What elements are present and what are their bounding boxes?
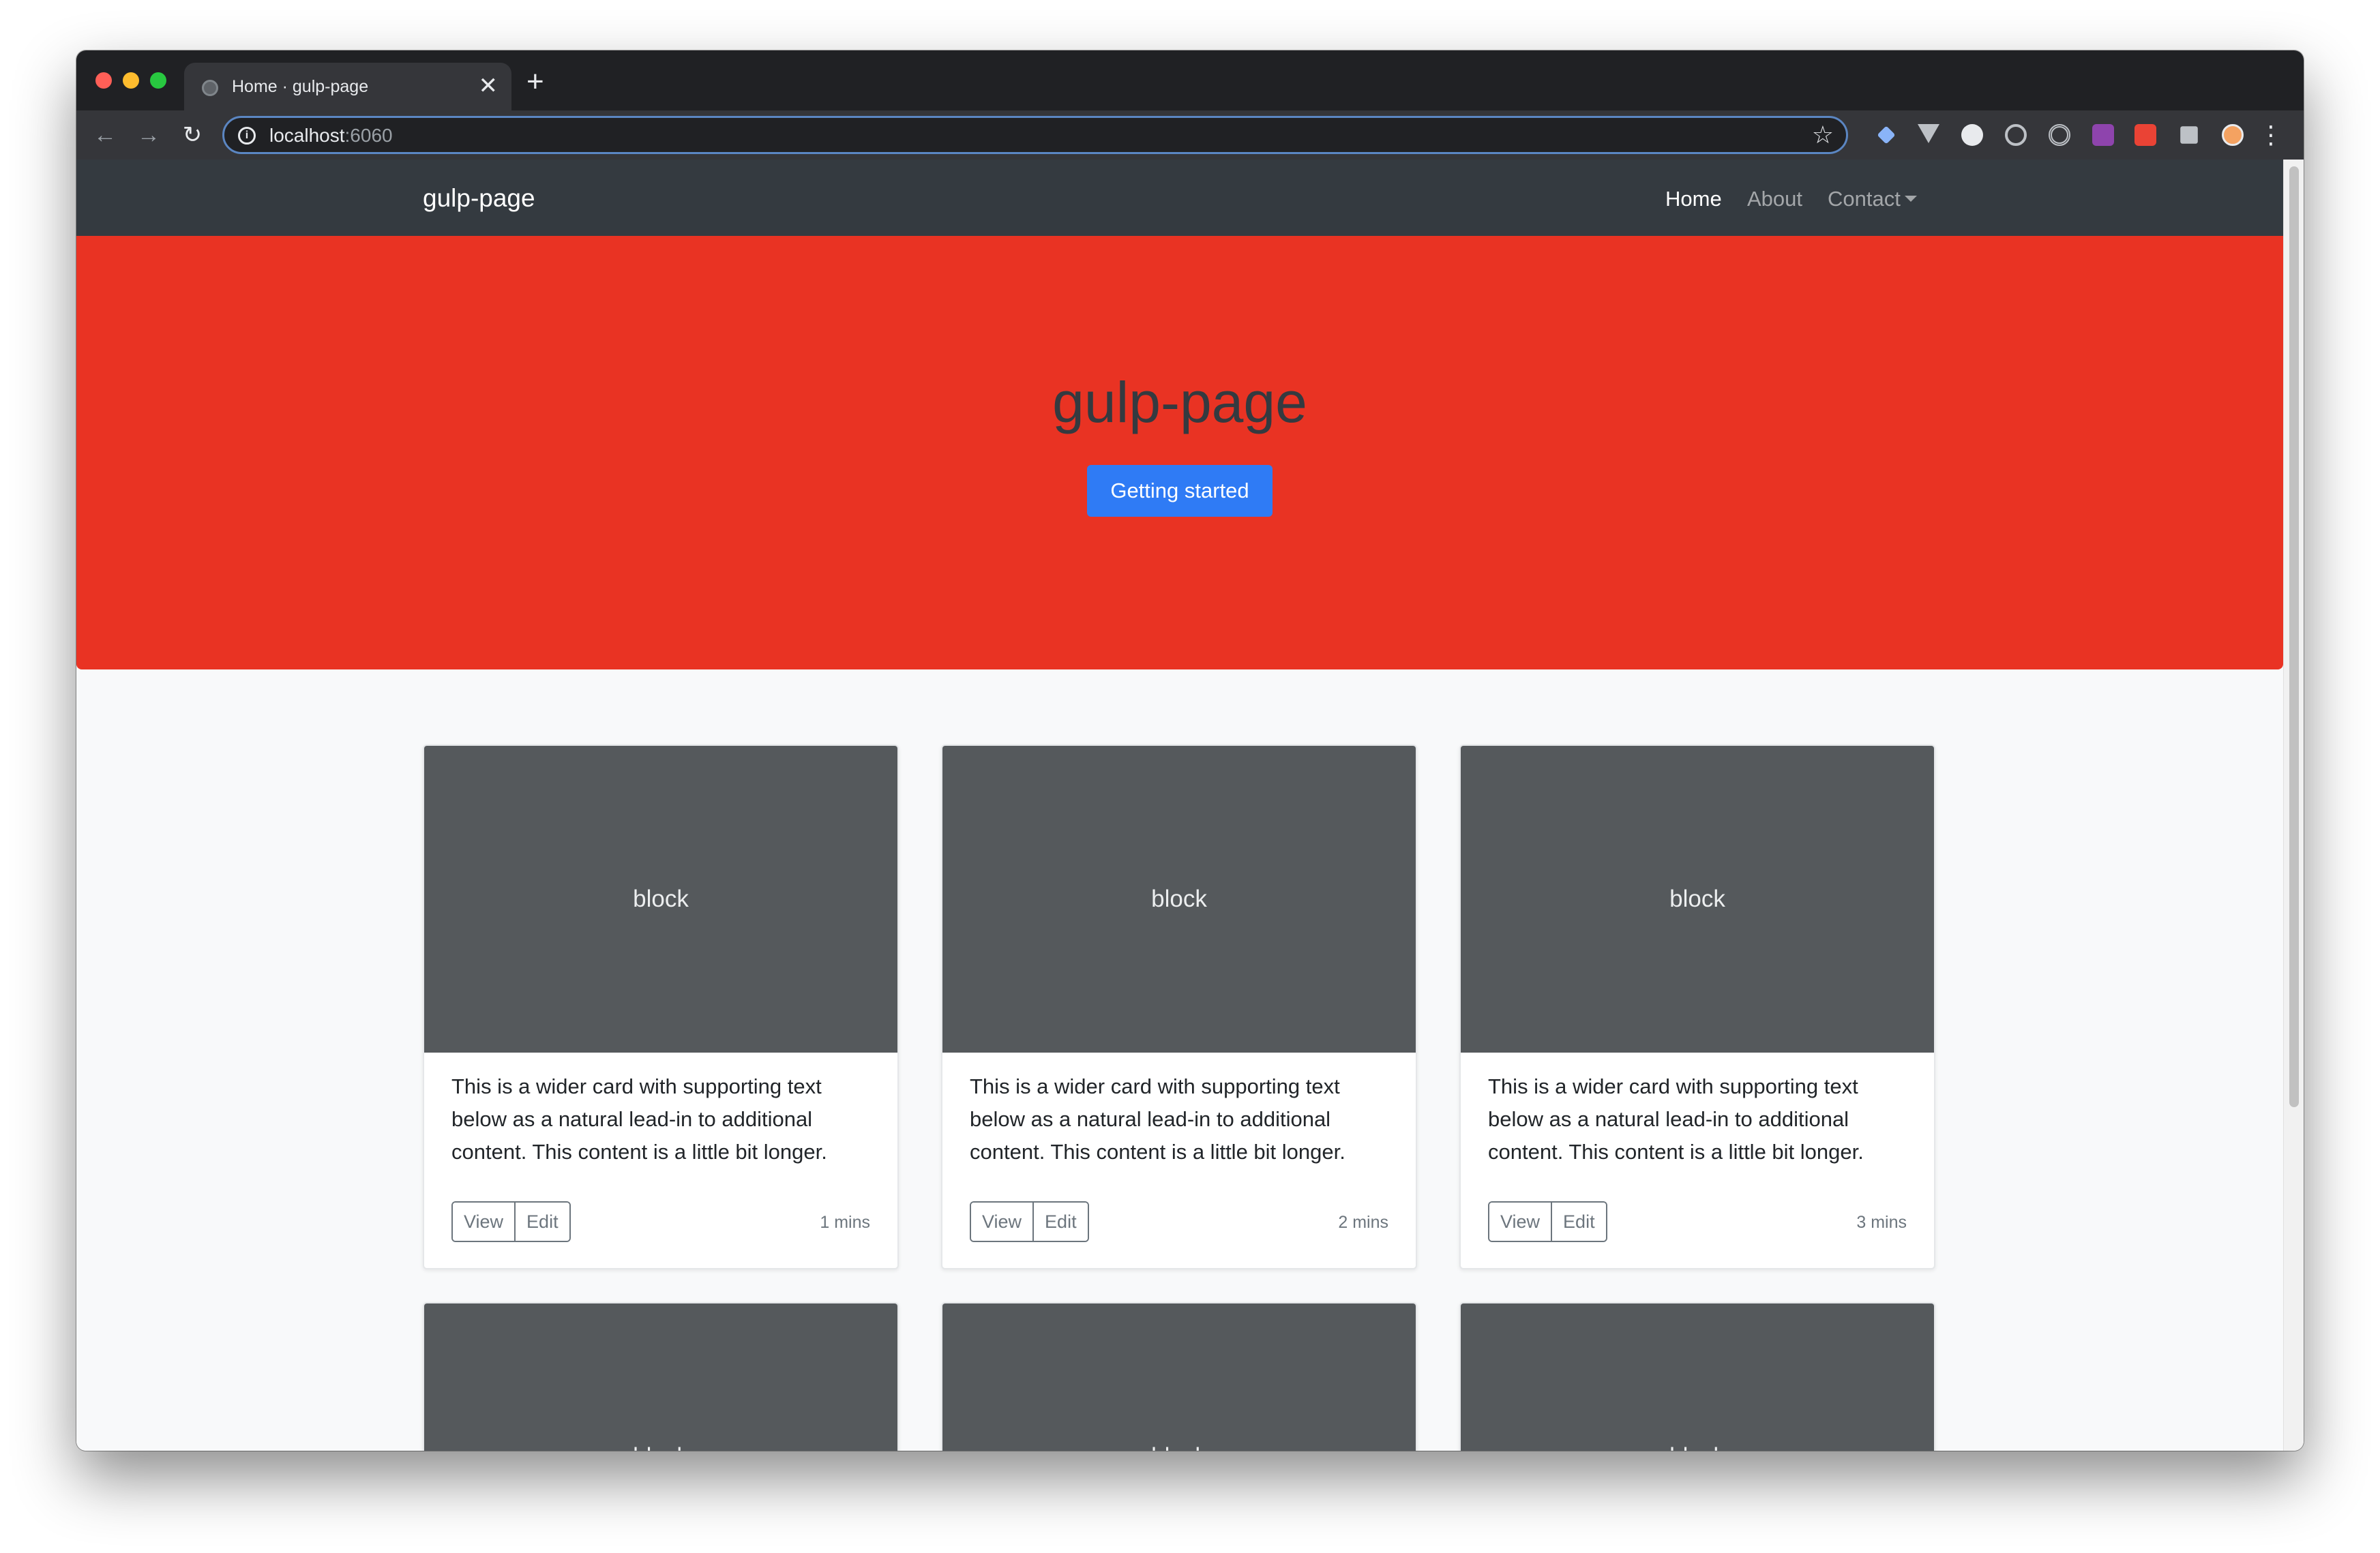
nav-link-contact[interactable]: Contact: [1828, 187, 1917, 211]
forward-arrow-icon[interactable]: →: [135, 120, 162, 150]
browser-toolbar: ← → ↻ i localhost:6060 ☆ ⋮: [76, 110, 2304, 160]
globe-icon: [202, 80, 218, 96]
card-image: block: [1461, 746, 1934, 1053]
card: block This is a wider card with supporti…: [941, 744, 1417, 1269]
maximize-window-button[interactable]: [150, 72, 166, 89]
new-tab-button[interactable]: +: [526, 67, 544, 97]
gift-extension-icon[interactable]: [2134, 124, 2156, 146]
view-button[interactable]: View: [1489, 1203, 1551, 1241]
edit-button[interactable]: Edit: [514, 1203, 569, 1241]
rp-extension-icon[interactable]: [2092, 124, 2114, 146]
card-time: 2 mins: [1338, 1213, 1388, 1232]
hero-banner: gulp-page Getting started: [76, 236, 2283, 669]
puzzle-extensions-icon[interactable]: [2180, 126, 2198, 144]
card: block: [423, 1302, 899, 1451]
browser-tab[interactable]: Home · gulp-page ✕: [184, 63, 511, 110]
card-text: This is a wider card with supporting tex…: [1488, 1074, 1864, 1164]
card: block This is a wider card with supporti…: [423, 744, 899, 1269]
reload-icon[interactable]: ↻: [179, 120, 206, 150]
card-image-label: block: [1461, 1443, 1934, 1451]
react-extension-icon[interactable]: [2005, 124, 2027, 146]
target-extension-icon[interactable]: [2049, 124, 2070, 146]
card-time: 1 mins: [820, 1213, 870, 1232]
close-window-button[interactable]: [95, 72, 112, 89]
card-image-label: block: [424, 1443, 897, 1451]
circle-extension-icon[interactable]: [1961, 124, 1983, 146]
card-time: 3 mins: [1856, 1213, 1907, 1232]
card-button-group: View Edit: [451, 1201, 571, 1242]
card-image: block: [424, 746, 897, 1053]
browser-window: Home · gulp-page ✕ + ← → ↻ i localhost:6…: [76, 50, 2304, 1451]
nav-link-contact-label: Contact: [1828, 187, 1901, 211]
site-navbar: gulp-page Home About Contact: [76, 160, 2283, 236]
browser-titlebar: Home · gulp-page ✕ +: [76, 50, 2304, 110]
nav-link-about[interactable]: About: [1747, 187, 1802, 211]
tab-title: Home · gulp-page: [232, 77, 369, 96]
hero-title: gulp-page: [1052, 370, 1307, 434]
url-text: localhost:6060: [269, 125, 393, 146]
address-bar[interactable]: i localhost:6060 ☆: [222, 116, 1848, 154]
pen-extension-icon[interactable]: [1877, 125, 1896, 145]
card-text: This is a wider card with supporting tex…: [970, 1074, 1345, 1164]
card-image-label: block: [1669, 886, 1725, 912]
back-arrow-icon[interactable]: ←: [91, 120, 119, 150]
edit-button[interactable]: Edit: [1032, 1203, 1088, 1241]
info-icon[interactable]: i: [238, 127, 256, 145]
card-image-label: block: [942, 1443, 1416, 1451]
card-image-label: block: [1151, 886, 1207, 912]
bookmark-star-icon[interactable]: ☆: [1812, 121, 1834, 149]
card-image: block: [942, 1303, 1416, 1451]
navbar-brand[interactable]: gulp-page: [423, 184, 535, 213]
getting-started-button[interactable]: Getting started: [1087, 465, 1273, 517]
edit-button[interactable]: Edit: [1551, 1203, 1606, 1241]
profile-avatar[interactable]: [2222, 124, 2244, 146]
scrollbar-thumb[interactable]: [2289, 166, 2299, 1107]
card: block: [1459, 1302, 1935, 1451]
minimize-window-button[interactable]: [123, 72, 139, 89]
card-button-group: View Edit: [1488, 1201, 1607, 1242]
view-button[interactable]: View: [453, 1203, 515, 1241]
page-scrollbar[interactable]: [2283, 160, 2304, 1451]
card-image: block: [942, 746, 1416, 1053]
view-button[interactable]: View: [971, 1203, 1033, 1241]
card-text: This is a wider card with supporting tex…: [451, 1074, 827, 1164]
page-viewport: gulp-page Home About Contact gulp-page G…: [76, 160, 2283, 1451]
close-tab-icon[interactable]: ✕: [479, 72, 499, 100]
card-image: block: [1461, 1303, 1934, 1451]
caret-down-icon: [1904, 196, 1917, 202]
card: block: [941, 1302, 1417, 1451]
nav-link-home[interactable]: Home: [1665, 187, 1722, 211]
more-menu-icon[interactable]: ⋮: [2259, 120, 2283, 150]
card: block This is a wider card with supporti…: [1459, 744, 1935, 1269]
card-image-label: block: [633, 886, 689, 912]
card-image: block: [424, 1303, 897, 1451]
card-button-group: View Edit: [970, 1201, 1089, 1242]
vue-extension-icon[interactable]: [1918, 124, 1939, 143]
